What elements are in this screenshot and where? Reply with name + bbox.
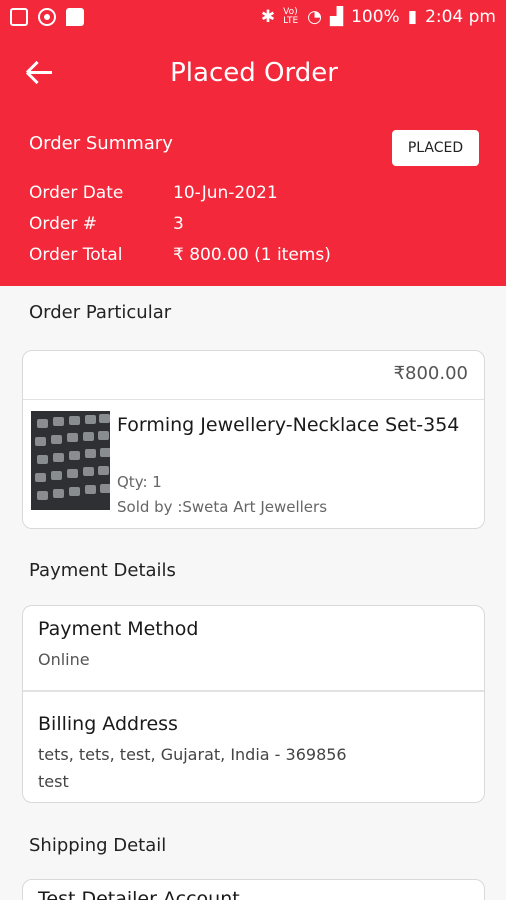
billing-address-label: Billing Address	[38, 713, 178, 735]
battery-icon: ▮	[407, 7, 418, 27]
order-date-value: 10-Jun-2021	[173, 183, 278, 203]
order-particular-title: Order Particular	[29, 302, 172, 323]
clock: 2:04 pm	[425, 7, 496, 27]
order-number-row: Order # 3	[29, 214, 184, 234]
payment-method-label: Payment Method	[38, 618, 199, 640]
payment-card: Payment Method Online Billing Address te…	[22, 605, 485, 803]
message-icon	[66, 8, 84, 26]
signal-icon: ▟	[330, 7, 344, 27]
battery-level: 100%	[351, 7, 400, 27]
payment-details-title: Payment Details	[29, 560, 176, 581]
network-tag: Vo) LTE	[283, 7, 299, 26]
shipping-detail-title: Shipping Detail	[29, 835, 167, 856]
image-icon	[10, 8, 28, 26]
billing-address-line2: test	[38, 772, 69, 791]
wifi-icon: ◔	[307, 7, 323, 27]
product-seller: Sold by :Sweta Art Jewellers	[117, 498, 328, 516]
status-bar: ✱ Vo) LTE ◔ ▟ 100% ▮ 2:04 pm	[0, 0, 506, 36]
product-quantity: Qty: 1	[117, 473, 162, 491]
billing-address-line1: tets, tets, test, Gujarat, India - 36985…	[38, 745, 347, 764]
order-total-row: Order Total ₹ 800.00 (1 items)	[29, 245, 331, 265]
product-image[interactable]	[31, 411, 110, 510]
order-number-label: Order #	[29, 214, 97, 234]
item-price: ₹800.00	[393, 363, 468, 384]
record-icon	[38, 8, 56, 26]
shipping-account-name: Test Detailer Account	[38, 888, 240, 900]
bluetooth-icon: ✱	[260, 7, 276, 27]
order-date-label: Order Date	[29, 183, 124, 203]
status-badge[interactable]: PLACED	[392, 130, 479, 166]
product-name[interactable]: Forming Jewellery-Necklace Set-354	[117, 411, 467, 440]
divider	[23, 690, 484, 692]
order-total-value: ₹ 800.00 (1 items)	[173, 245, 331, 265]
price-line: ₹800.00	[23, 351, 484, 400]
shipping-card: Test Detailer Account	[22, 879, 485, 900]
page-title: Placed Order	[170, 58, 338, 88]
order-total-label: Order Total	[29, 245, 123, 265]
order-item-card[interactable]: ₹800.00 Forming Jewellery-Necklace Set-3…	[22, 350, 485, 529]
order-number-value: 3	[173, 214, 184, 234]
order-date-row: Order Date 10-Jun-2021	[29, 183, 278, 203]
payment-method-value: Online	[38, 650, 90, 669]
order-header: ✱ Vo) LTE ◔ ▟ 100% ▮ 2:04 pm Placed Orde…	[0, 0, 506, 286]
order-summary-title: Order Summary	[29, 133, 173, 154]
